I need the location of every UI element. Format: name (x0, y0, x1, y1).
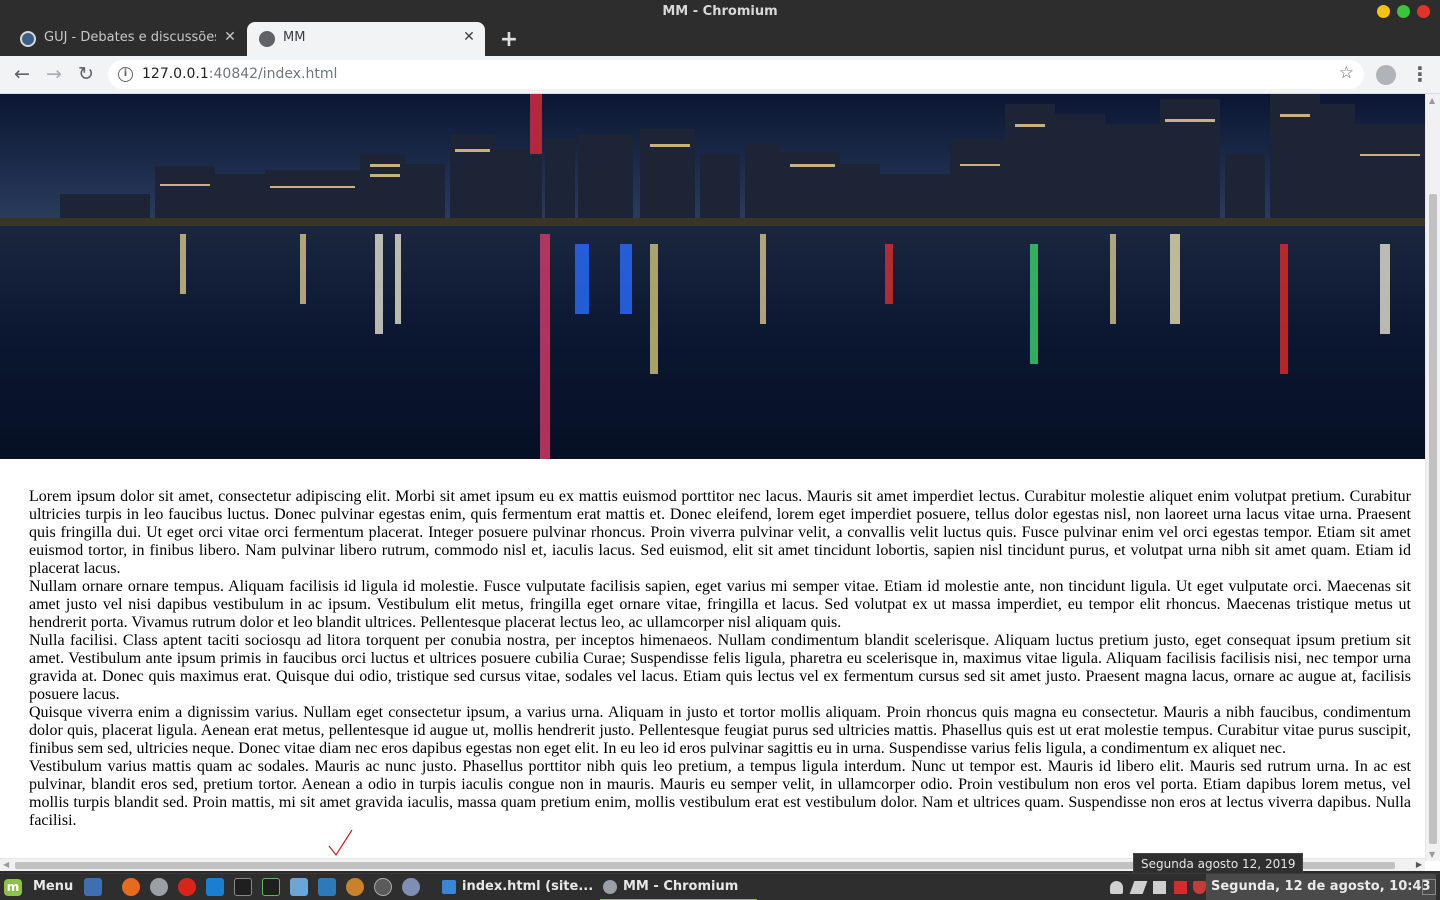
chromium-icon (603, 880, 617, 894)
show-desktop-corner-icon[interactable] (1422, 879, 1436, 895)
vertical-scrollbar[interactable]: ▲ ▼ (1425, 94, 1440, 861)
bug-icon[interactable] (402, 878, 420, 896)
profile-icon[interactable] (1376, 65, 1396, 85)
window-title: MM - Chromium (662, 4, 778, 19)
shield-icon[interactable] (1193, 881, 1206, 894)
paragraph: Nullam ornare ornare tempus. Aliquam fac… (29, 578, 1411, 631)
tab-mm[interactable]: MM ✕ (247, 22, 485, 56)
forward-button[interactable]: → (41, 62, 67, 88)
close-tab-icon[interactable]: ✕ (461, 29, 477, 45)
s-app-icon[interactable] (374, 878, 392, 896)
opera-icon[interactable] (178, 878, 196, 896)
city-skyline-image (0, 94, 1425, 459)
vertical-scroll-thumb[interactable] (1429, 194, 1437, 844)
site-info-icon[interactable]: i (118, 67, 133, 82)
reload-button[interactable]: ↻ (73, 62, 99, 88)
paragraph: Quisque viverra enim a dignissim varius.… (29, 704, 1411, 757)
close-tab-icon[interactable]: ✕ (222, 29, 238, 45)
volume-icon[interactable] (1153, 881, 1166, 894)
files-icon[interactable] (290, 878, 308, 896)
close-window-button[interactable] (1417, 5, 1430, 18)
paragraph: Lorem ipsum dolor sit amet, consectetur … (29, 488, 1411, 577)
hero-image (0, 94, 1425, 459)
scroll-down-arrow-icon[interactable]: ▼ (1429, 850, 1435, 859)
new-tab-button[interactable]: + (498, 27, 520, 52)
chrome-icon[interactable] (150, 878, 168, 896)
task-label: index.html (site... (462, 879, 594, 894)
scroll-left-arrow-icon[interactable]: ◀ (3, 860, 9, 869)
taskbar: m Menu index.html (site... MM - Chromium… (0, 873, 1440, 900)
terminal-icon[interactable] (234, 878, 252, 896)
mail-icon[interactable] (1174, 881, 1187, 894)
system-monitor-icon[interactable] (262, 878, 280, 896)
annotation-checkmark-icon (328, 829, 353, 857)
gimp-icon[interactable] (346, 878, 364, 896)
paragraph: Nulla facilisi. Class aptent taciti soci… (29, 632, 1411, 703)
task-label: MM - Chromium (623, 879, 739, 894)
tab-guj[interactable]: GUJ - Debates e discussões sobre ✕ (8, 22, 246, 56)
article-text: Lorem ipsum dolor sit amet, consectetur … (29, 488, 1411, 830)
mint-logo-icon: m (4, 879, 22, 896)
scroll-up-arrow-icon[interactable]: ▲ (1429, 96, 1435, 105)
page-viewport: Lorem ipsum dolor sit amet, consectetur … (0, 94, 1440, 871)
network-icon[interactable] (1129, 881, 1148, 894)
guj-favicon-icon (20, 31, 36, 47)
show-desktop-icon[interactable] (84, 878, 102, 896)
task-chromium[interactable]: MM - Chromium (600, 874, 757, 900)
url-text[interactable]: 127.0.0.1:40842/index.html (142, 66, 337, 82)
url-path: :40842/index.html (208, 66, 338, 82)
start-menu-label: Menu (33, 879, 74, 894)
clock[interactable]: Segunda, 12 de agosto, 10:43 (1206, 874, 1436, 900)
user-icon[interactable] (1110, 881, 1123, 894)
title-bar: MM - Chromium GUJ - Debates e discussões… (0, 0, 1440, 56)
maximize-button[interactable] (1397, 5, 1410, 18)
bookmark-star-icon[interactable]: ☆ (1339, 63, 1354, 83)
address-bar[interactable]: i 127.0.0.1:40842/index.html ☆ (108, 60, 1364, 89)
paragraph: Vestibulum varius mattis quam ac sodales… (29, 758, 1411, 829)
url-host: 127.0.0.1 (142, 66, 209, 82)
scroll-right-arrow-icon[interactable]: ▶ (1416, 860, 1422, 869)
browser-menu-icon[interactable]: ⋮ (1410, 62, 1430, 88)
minimize-button[interactable] (1377, 5, 1390, 18)
file-icon (442, 880, 456, 894)
back-button[interactable]: ← (9, 62, 35, 88)
tab-label: GUJ - Debates e discussões sobre (44, 30, 216, 45)
task-index-html[interactable]: index.html (site... (442, 874, 594, 900)
firefox-icon[interactable] (122, 878, 140, 896)
globe-favicon-icon (259, 31, 275, 47)
date-tooltip: Segunda agosto 12, 2019 (1133, 853, 1304, 874)
editor-icon[interactable] (318, 878, 336, 896)
skype-icon[interactable] (206, 878, 224, 896)
browser-toolbar: ← → ↻ i 127.0.0.1:40842/index.html ☆ ⋮ (0, 56, 1440, 94)
tab-label: MM (283, 30, 306, 45)
